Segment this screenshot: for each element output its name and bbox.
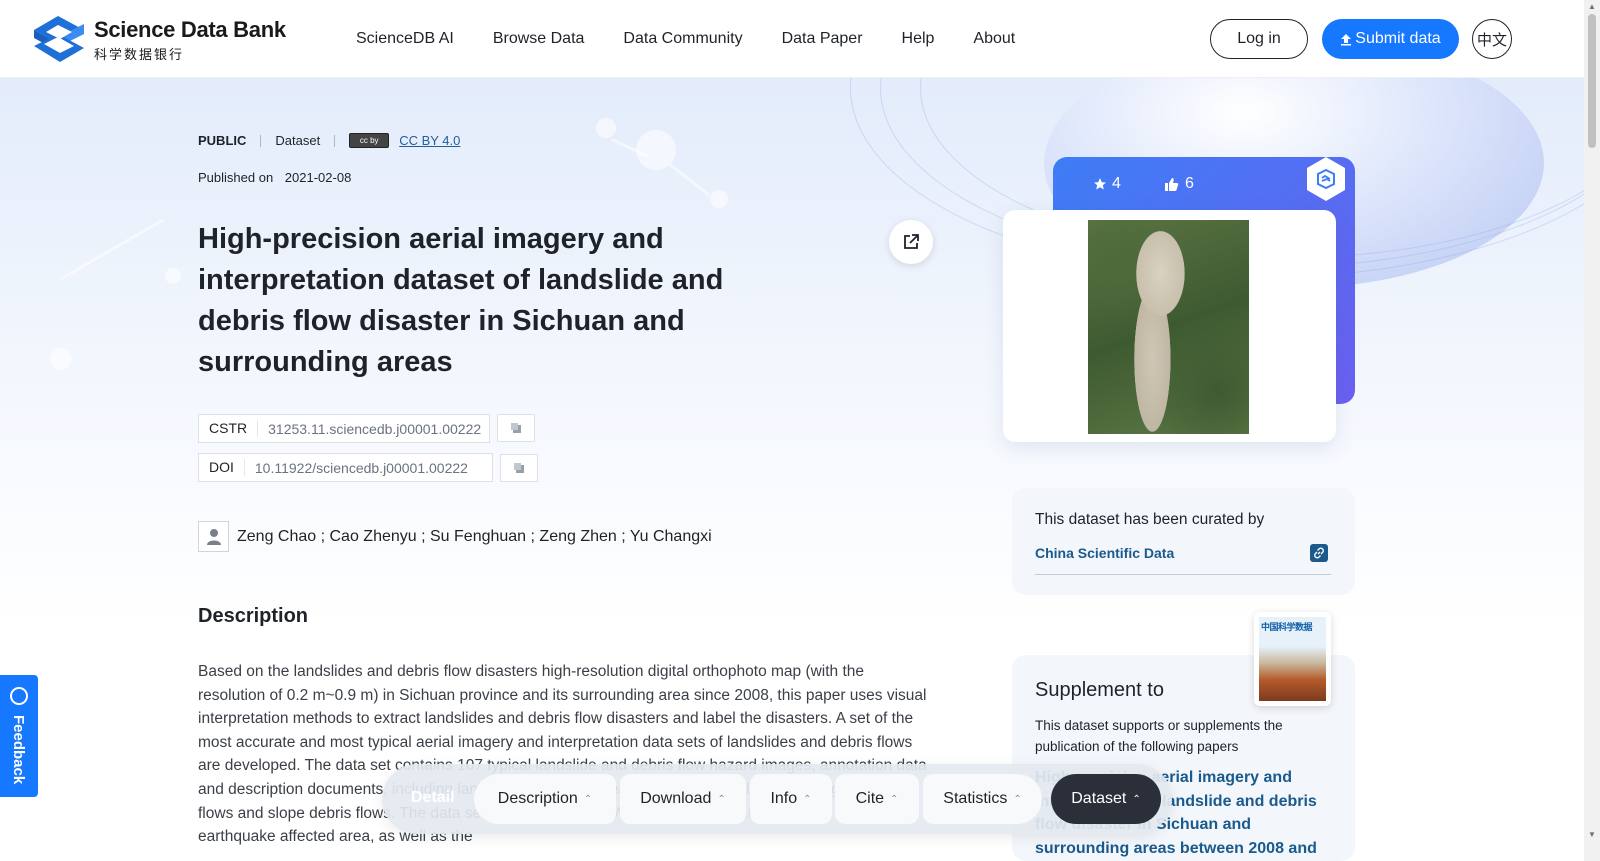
decorative-molecule — [710, 190, 728, 208]
doi-field: DOI 10.11922/sciencedb.j00001.00222 — [198, 453, 493, 482]
tab-dataset[interactable]: Dataset ⌃ — [1051, 774, 1161, 824]
detail-label: Detail — [411, 789, 455, 806]
type-label: Dataset — [275, 133, 321, 148]
person-icon — [198, 521, 229, 552]
tab-info-label: Info — [770, 790, 798, 807]
link-icon[interactable] — [1310, 544, 1328, 562]
site-header: Science Data Bank 科学数据银行 ScienceDB AI Br… — [0, 0, 1584, 78]
decorative-molecule — [165, 268, 181, 284]
tab-description[interactable]: Description ⌃ — [474, 774, 616, 824]
chevron-up-icon: ⌃ — [717, 793, 726, 805]
nav-browse-data[interactable]: Browse Data — [493, 30, 585, 48]
curated-card: This dataset has been curated by China S… — [1012, 488, 1355, 595]
submit-data-button[interactable]: Submit data — [1322, 19, 1459, 59]
copy-doi-button[interactable] — [500, 454, 538, 482]
tab-cite[interactable]: Cite ⌃ — [835, 774, 919, 824]
divider — [260, 134, 262, 147]
feedback-tab[interactable]: Feedback — [0, 675, 38, 797]
feedback-icon — [10, 687, 28, 705]
cstr-label: CSTR — [199, 420, 259, 437]
decorative-bond — [669, 163, 711, 197]
main-nav: ScienceDB AI Browse Data Data Community … — [356, 0, 1054, 78]
site-logo[interactable]: Science Data Bank 科学数据银行 — [30, 12, 286, 68]
star-icon — [1094, 178, 1106, 190]
chevron-up-icon: ⌃ — [890, 793, 899, 805]
nav-data-community[interactable]: Data Community — [623, 30, 742, 48]
chevron-up-icon: ⌃ — [803, 793, 812, 805]
tab-info[interactable]: Info ⌃ — [750, 774, 832, 824]
copy-icon — [514, 463, 524, 473]
thumbs-up-icon — [1165, 177, 1179, 191]
scroll-down-arrow-icon[interactable]: ▼ — [1588, 830, 1596, 839]
curator-link[interactable]: China Scientific Data — [1035, 545, 1174, 561]
supplement-title: Supplement to — [1035, 679, 1164, 701]
page-title: High-precision aerial imagery and interp… — [198, 223, 724, 378]
curated-text: This dataset has been curated by — [1035, 511, 1265, 528]
cstr-value[interactable]: 31253.11.sciencedb.j00001.00222 — [258, 421, 491, 437]
scrollbar-thumb[interactable] — [1588, 14, 1596, 148]
published-label: Published on — [198, 170, 274, 185]
dataset-cover-card — [1003, 210, 1336, 442]
chevron-up-icon: ⌃ — [1013, 793, 1022, 805]
description-heading: Description — [198, 605, 309, 627]
tab-statistics-label: Statistics — [943, 790, 1008, 807]
nav-sciencedb-ai[interactable]: ScienceDB AI — [356, 30, 454, 48]
scroll-up-arrow-icon[interactable]: ▲ — [1588, 2, 1596, 11]
doi-label: DOI — [199, 459, 245, 476]
login-button[interactable]: Log in — [1210, 19, 1308, 59]
page-scrollbar[interactable]: ▲ ▼ — [1584, 0, 1600, 861]
cstr-field: CSTR 31253.11.sciencedb.j00001.00222 — [198, 414, 490, 443]
published-date: 2021-02-08 — [284, 170, 352, 185]
stars-stat[interactable]: 4 — [1093, 175, 1121, 193]
science-data-bank-logo-icon — [34, 16, 84, 62]
chevron-up-icon: ⌃ — [1132, 793, 1141, 805]
feedback-label: Feedback — [10, 715, 27, 785]
divider — [1035, 574, 1331, 575]
copy-cstr-button[interactable] — [497, 414, 535, 442]
authors-list[interactable]: Zeng Chao ; Cao Zhenyu ; Su Fenghuan ; Z… — [237, 528, 712, 546]
logo-title: Science Data Bank — [94, 17, 286, 42]
dataset-cover-image[interactable] — [1088, 220, 1249, 434]
tab-statistics[interactable]: Statistics ⌃ — [923, 774, 1042, 824]
stars-count: 4 — [1112, 175, 1121, 192]
tab-dataset-label: Dataset — [1071, 790, 1127, 807]
decorative-bond — [59, 218, 165, 281]
divider — [334, 134, 336, 147]
submit-data-label: Submit data — [1355, 30, 1441, 47]
decorative-molecule — [596, 118, 616, 138]
verified-badge-icon — [1307, 157, 1345, 201]
tab-description-label: Description — [497, 790, 578, 807]
nav-help[interactable]: Help — [902, 30, 935, 48]
cc-license-icon: cc by — [349, 133, 390, 148]
license-link[interactable]: CC BY 4.0 — [399, 133, 460, 148]
journal-cover[interactable]: 中国科学数据 — [1254, 612, 1331, 706]
journal-cover-title: 中国科学数据 — [1261, 622, 1313, 632]
dataset-meta: PUBLIC Dataset cc by CC BY 4.0 — [198, 133, 460, 148]
nav-data-paper[interactable]: Data Paper — [782, 30, 863, 48]
published-info: Published on 2021-02-08 — [198, 170, 351, 185]
external-link-icon — [904, 234, 919, 249]
tab-download-label: Download — [640, 790, 712, 807]
tab-cite-label: Cite — [855, 790, 885, 807]
likes-stat[interactable]: 6 — [1164, 175, 1194, 193]
access-label: PUBLIC — [198, 133, 247, 148]
doi-value[interactable]: 10.11922/sciencedb.j00001.00222 — [245, 460, 478, 476]
chevron-up-icon: ⌃ — [583, 793, 593, 805]
language-switch[interactable]: 中文 — [1472, 19, 1512, 59]
upload-icon — [1341, 33, 1352, 45]
detail-nav-bar: Detail Description ⌃ Download ⌃ Info ⌃ Cite… — [382, 764, 1172, 834]
tab-download[interactable]: Download ⌃ — [620, 774, 746, 824]
logo-subtitle: 科学数据银行 — [94, 47, 185, 62]
nav-about[interactable]: About — [973, 30, 1015, 48]
decorative-molecule — [50, 348, 72, 370]
share-button[interactable] — [889, 220, 933, 264]
likes-count: 6 — [1185, 175, 1194, 192]
supplement-description: This dataset supports or supplements the… — [1035, 718, 1283, 754]
copy-icon — [511, 423, 521, 433]
authors-row: Zeng Chao ; Cao Zhenyu ; Su Fenghuan ; Z… — [198, 521, 712, 552]
